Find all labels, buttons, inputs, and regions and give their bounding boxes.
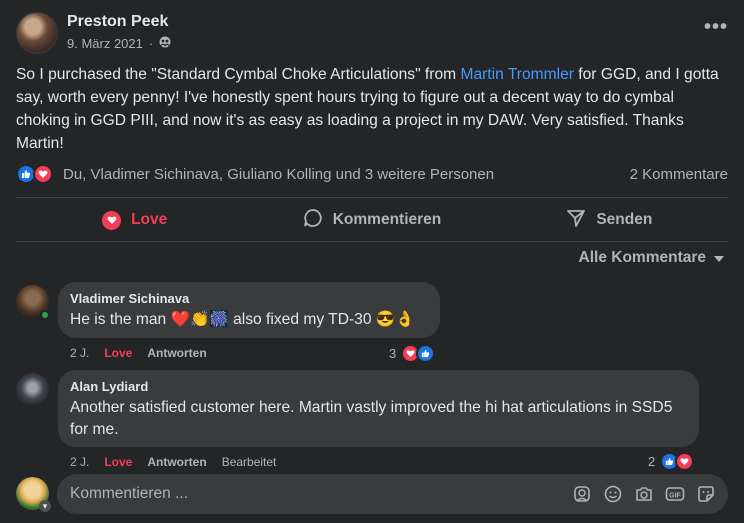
reply-button[interactable]: Antworten [147, 455, 206, 469]
love-icon [675, 451, 695, 471]
more-options-icon[interactable]: ••• [704, 17, 728, 37]
chevron-down-icon[interactable]: ▾ [39, 500, 51, 512]
comment-time[interactable]: 2 J. [70, 455, 89, 469]
post-text: So I purchased the "Standard Cymbal Chok… [16, 66, 719, 152]
commenter-name[interactable]: Alan Lydiard [70, 379, 687, 394]
facebook-post: Preston Peek 9. März 2021 · ••• So I pur… [0, 0, 744, 523]
comment-meta: 2 J. Love Antworten [70, 346, 207, 360]
people-icon [159, 36, 171, 51]
comment-bubble: Vladimer Sichinava He is the man ❤️👏🎆 al… [58, 282, 440, 338]
reaction-icons [16, 164, 60, 186]
author-name[interactable]: Preston Peek [67, 13, 168, 31]
love-button[interactable]: Love [16, 201, 253, 239]
caret-down-icon [714, 249, 724, 267]
comment-love-button[interactable]: Love [104, 346, 132, 360]
commenter-avatar[interactable] [16, 373, 49, 406]
sticker-icon[interactable] [696, 484, 716, 504]
commenter-name[interactable]: Vladimer Sichinava [70, 291, 428, 306]
camera-icon[interactable] [634, 484, 654, 504]
comment-meta: 2 J. Love Antworten Bearbeitet [70, 455, 276, 469]
composer-tools: GIF [572, 484, 716, 504]
comment-text: He is the man ❤️👏🎆 also fixed my TD-30 😎… [70, 311, 415, 328]
like-icon [416, 343, 436, 363]
reply-button[interactable]: Antworten [147, 346, 206, 360]
avatar-sticker-icon[interactable] [572, 484, 592, 504]
edited-label: Bearbeitet [221, 455, 277, 469]
comment-count[interactable]: 2 Kommentare [630, 166, 728, 183]
comment-bubble-icon [303, 208, 323, 233]
divider [16, 241, 728, 242]
reactions-summary[interactable]: Du, Vladimer Sichinava, Giuliano Kolling… [16, 163, 728, 187]
comment-sort-dropdown[interactable]: Alle Kommentare [579, 249, 724, 267]
post-actions: Love Kommentieren Senden [16, 201, 728, 239]
send-icon [566, 208, 586, 233]
gif-icon[interactable]: GIF [665, 484, 685, 504]
comment-input[interactable]: Kommentieren ... GIF [57, 474, 728, 514]
comment-button[interactable]: Kommentieren [253, 201, 490, 239]
comment-composer: ▾ Kommentieren ... GIF [16, 474, 728, 514]
svg-text:GIF: GIF [669, 493, 681, 500]
emoji-icon[interactable] [603, 484, 623, 504]
author-avatar[interactable] [16, 12, 58, 54]
comment-love-button[interactable]: Love [104, 455, 132, 469]
love-icon [102, 210, 122, 230]
mention-link[interactable]: Martin Trommler [460, 66, 574, 83]
comment-bubble: Alan Lydiard Another satisfied customer … [58, 370, 699, 447]
comment-reactions[interactable]: 3 [389, 343, 436, 363]
comment-time[interactable]: 2 J. [70, 346, 89, 360]
post-date[interactable]: 9. März 2021 [67, 36, 143, 51]
send-button[interactable]: Senden [491, 201, 728, 239]
divider [16, 197, 728, 198]
post-header: Preston Peek 9. März 2021 · ••• [16, 12, 728, 54]
reactions-names[interactable]: Du, Vladimer Sichinava, Giuliano Kolling… [63, 166, 494, 183]
comment-reactions[interactable]: 2 [648, 451, 695, 471]
online-status-dot [40, 310, 50, 320]
comment-text: Another satisfied customer here. Martin … [70, 399, 673, 438]
post-meta: 9. März 2021 · [67, 36, 171, 51]
love-icon [33, 164, 53, 184]
